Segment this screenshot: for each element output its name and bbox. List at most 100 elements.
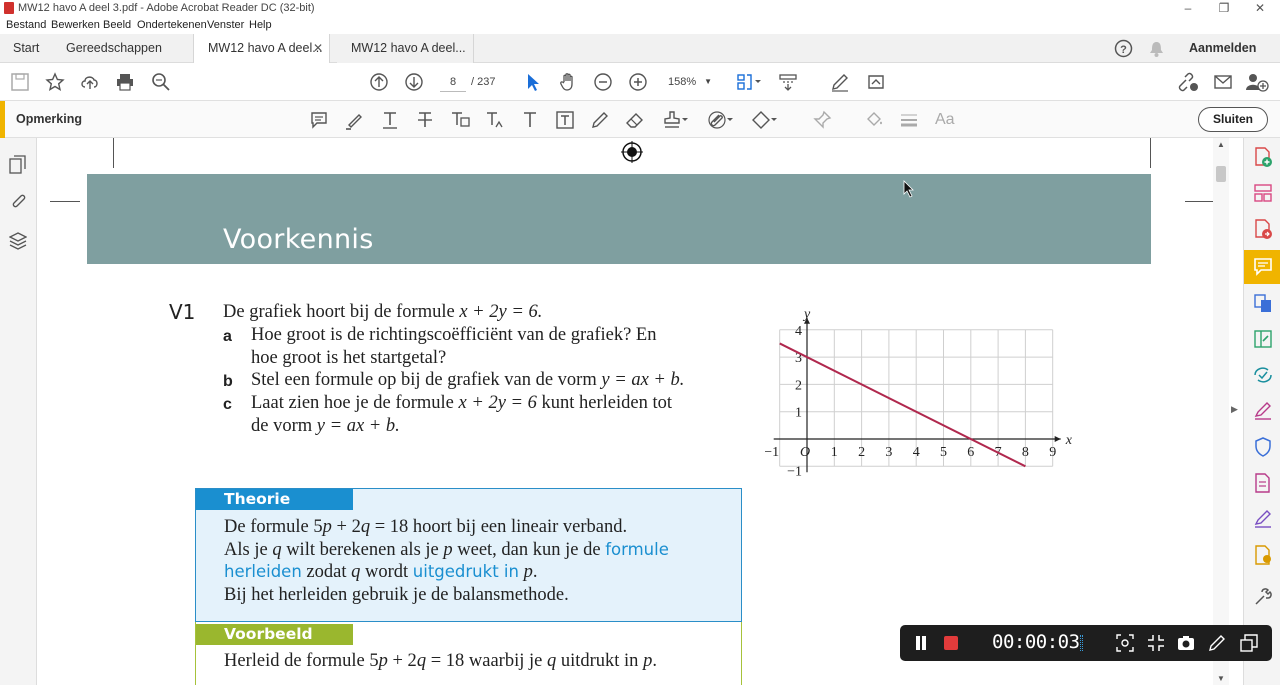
scroll-mode-icon[interactable] [778,72,798,92]
camera-icon[interactable] [1177,634,1195,652]
scroll-down-icon[interactable]: ▼ [1217,674,1225,683]
line-weight-icon[interactable] [899,110,919,130]
tab-tools[interactable]: Gereedschappen [66,34,162,63]
text-box-icon[interactable] [555,110,575,130]
shapes-icon[interactable] [751,110,777,130]
menu-ondertekenen[interactable]: Ondertekenen [137,19,207,31]
save-icon[interactable] [10,72,30,92]
bookmark-star-icon[interactable] [45,72,65,92]
sticky-note-icon[interactable] [309,110,329,130]
attachments-icon[interactable] [9,192,27,212]
strikethrough-icon[interactable] [415,110,435,130]
annotate-pen-icon[interactable] [1208,634,1226,652]
comment-tool-active-bg[interactable] [1244,250,1280,284]
combine-files-icon[interactable] [1252,292,1274,314]
chevron-down-icon: ▼ [704,77,712,86]
zoom-in-icon[interactable] [628,72,648,92]
scroll-up-icon[interactable]: ▲ [1217,140,1225,149]
hand-tool-icon[interactable] [558,72,578,92]
menu-bestand[interactable]: Bestand [6,19,46,31]
tab-start[interactable]: Start [13,34,39,63]
eraser-icon[interactable] [625,110,645,130]
attach-file-icon[interactable] [707,110,733,130]
page-thumbnails-icon[interactable] [9,155,27,175]
tab-document-active[interactable]: MW12 havo A deel... ✕ [193,34,330,63]
zoom-out-icon[interactable] [593,72,613,92]
title-bar: MW12 havo A deel 3.pdf - Adobe Acrobat R… [0,0,1280,17]
close-comment-button[interactable]: Sluiten [1198,107,1268,132]
document-view[interactable]: Voorkennis V1 De grafiek hoort bij de fo… [37,138,1243,685]
document-form-icon[interactable] [1252,472,1274,494]
theory-text: weet, dan kun je de [452,540,606,560]
insert-text-icon[interactable] [485,110,505,130]
menu-bewerken[interactable]: Bewerken [51,19,100,31]
more-tools-icon[interactable] [1252,586,1274,608]
minimize-recorder-icon[interactable] [1240,634,1258,652]
pause-icon[interactable] [916,636,920,650]
search-icon[interactable] [151,72,171,92]
protect-shield-icon[interactable] [1252,436,1274,458]
fill-and-sign-icon[interactable] [1252,400,1274,422]
scrollbar-thumb[interactable] [1216,166,1226,182]
send-sign-icon[interactable] [866,72,886,92]
previous-page-icon[interactable] [369,72,389,92]
fill-color-icon[interactable] [864,110,884,130]
underline-text-icon[interactable] [380,110,400,130]
page-layout-icon[interactable] [736,72,762,92]
help-icon[interactable]: ? [1114,39,1133,58]
part-b-formula: y = ax + b. [601,370,685,390]
page-number-input[interactable]: 8 [440,72,466,92]
zoom-level-select[interactable]: 158% ▼ [668,72,716,92]
request-signature-icon[interactable] [1252,508,1274,530]
print-icon[interactable] [115,72,135,92]
theory-text: wordt [360,562,413,582]
comment-toolbar-label: Opmerking [16,112,82,126]
pin-icon[interactable] [812,110,832,130]
question-intro-formula: x + 2y = 6. [459,302,543,322]
stop-record-icon[interactable] [944,636,958,650]
export-pdf-icon[interactable] [1252,218,1274,240]
select-cursor-icon[interactable] [523,72,543,92]
menu-beeld[interactable]: Beeld [103,19,131,31]
menu-help[interactable]: Help [249,19,272,31]
pencil-draw-icon[interactable] [590,110,610,130]
example-line-1: Herleid de formule 5p + 2q = 18 waarbij … [224,651,657,672]
right-tools-panel [1243,138,1280,685]
add-text-icon[interactable] [520,110,540,130]
recording-time: 00:00:03 [992,631,1080,653]
screenshot-region-icon[interactable] [1116,634,1134,652]
comment-icon [1254,258,1272,276]
minimize-button[interactable]: – [1170,0,1206,17]
close-window-button[interactable]: ✕ [1242,0,1278,17]
part-c-text-end: kunt herleiden tot [536,393,673,413]
series-line [779,342,1026,468]
share-link-icon[interactable] [1177,72,1199,92]
organize-pages-icon[interactable] [1252,182,1274,204]
create-pdf-icon[interactable] [1252,146,1274,168]
sign-in-link[interactable]: Aanmelden [1189,41,1256,55]
tab-document-2[interactable]: MW12 havo A deel... [337,34,474,63]
replace-text-icon[interactable] [450,110,470,130]
fill-sign-icon[interactable] [830,72,850,92]
email-icon[interactable] [1213,72,1233,92]
next-page-icon[interactable] [404,72,424,92]
edit-pdf-icon[interactable] [1252,328,1274,350]
maximize-button[interactable]: ❐ [1206,0,1242,17]
certificate-icon[interactable] [1252,544,1274,566]
stamp-icon[interactable] [663,110,689,130]
menu-venster[interactable]: Venster [207,19,244,31]
send-review-icon[interactable] [1252,364,1274,386]
vertical-scrollbar[interactable]: ▲ ▼ [1213,138,1229,685]
part-c-text: Laat zien hoe je de formule [251,393,459,413]
text-properties-icon[interactable]: Aa [935,111,955,129]
right-panel-collapse-icon[interactable]: ▶ [1231,404,1238,415]
page-total: / 237 [471,76,496,88]
notification-bell-icon[interactable] [1148,40,1165,58]
theory-var: q [351,562,361,582]
share-users-icon[interactable] [1245,72,1269,92]
close-tab-icon[interactable]: ✕ [313,34,323,63]
layers-icon[interactable] [9,231,27,251]
upload-cloud-icon[interactable] [80,72,100,92]
fullscreen-icon[interactable] [1147,634,1165,652]
highlight-icon[interactable] [344,110,364,130]
